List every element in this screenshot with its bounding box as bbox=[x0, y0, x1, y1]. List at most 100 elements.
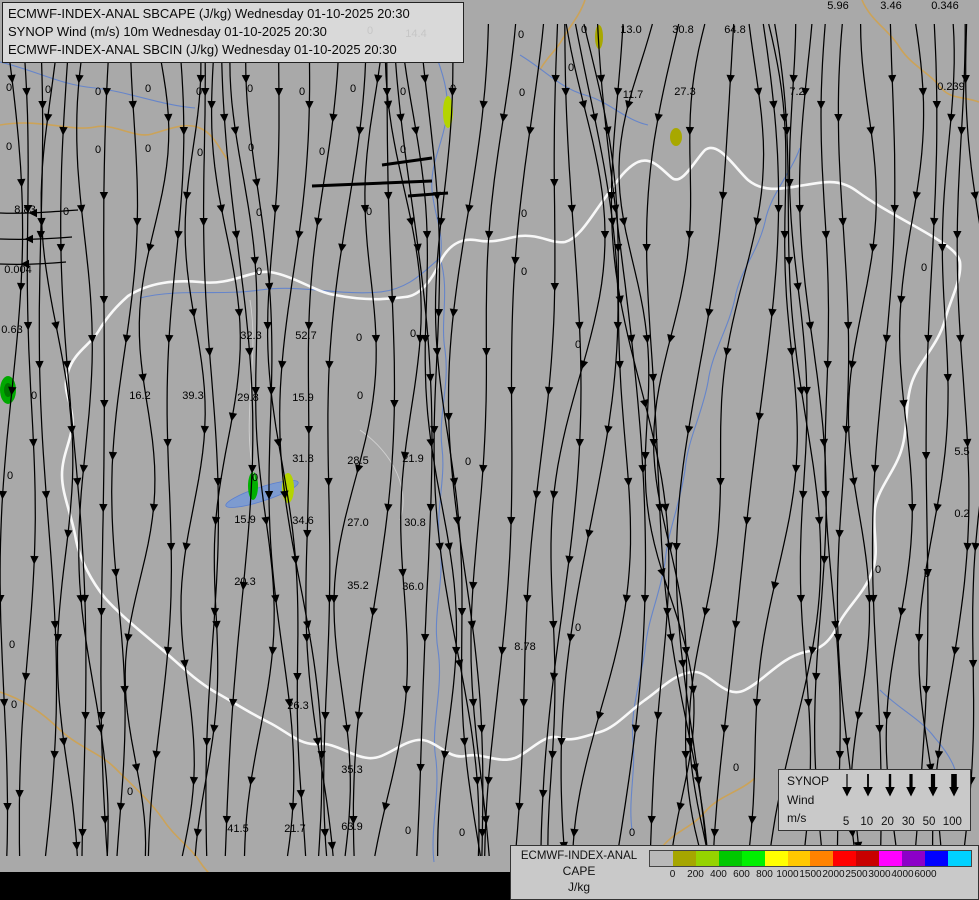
wind-arrow-icon bbox=[73, 478, 82, 487]
wind-legend-scale: 510203050100 bbox=[837, 773, 964, 828]
cape-threshold-label: 800 bbox=[753, 869, 776, 880]
wind-speed-label: 100 bbox=[943, 816, 962, 828]
wind-arrow-icon bbox=[615, 295, 625, 305]
cape-color-cell bbox=[948, 851, 971, 866]
wind-arrow-icon bbox=[24, 322, 33, 331]
wind-arrow-icon bbox=[868, 244, 877, 253]
wind-arrow-icon bbox=[866, 126, 875, 136]
river-tisza bbox=[631, 148, 800, 830]
wind-arrow-icon bbox=[193, 828, 202, 837]
wind-arrow-icon bbox=[694, 776, 703, 786]
wind-arrow-icon bbox=[201, 88, 209, 97]
wind-arrow-icon bbox=[716, 478, 724, 487]
wind-arrow-icon bbox=[839, 773, 855, 798]
wind-arrow-icon bbox=[718, 192, 727, 201]
cape-threshold-label: 1000 bbox=[776, 869, 799, 880]
wind-arrow-icon bbox=[453, 516, 462, 526]
wind-arrow-icon bbox=[275, 88, 283, 97]
wind-arrow-icon bbox=[791, 465, 800, 474]
wind-arrow-icon bbox=[468, 620, 477, 630]
wind-arrow-icon bbox=[946, 773, 962, 798]
wind-arrow-icon bbox=[416, 764, 425, 773]
wind-arrow-icon bbox=[217, 204, 227, 214]
wind-arrow-icon bbox=[835, 530, 844, 539]
county-line bbox=[360, 430, 403, 520]
wind-arrow-row bbox=[837, 773, 964, 798]
wind-streamline bbox=[334, 24, 384, 856]
wind-arrow-icon bbox=[882, 773, 898, 798]
wind-arrow-icon bbox=[30, 556, 39, 565]
wind-arrow-icon bbox=[0, 699, 9, 708]
wind-arrow-icon bbox=[420, 75, 429, 84]
wind-arrow-icon bbox=[789, 75, 798, 84]
wind-arrow-icon bbox=[29, 209, 38, 217]
cape-color-cell bbox=[673, 851, 696, 866]
wind-arrow-icon bbox=[820, 439, 829, 448]
wind-arrow-icon bbox=[956, 335, 965, 344]
wind-streamline bbox=[77, 24, 108, 856]
wind-arrow-icon bbox=[550, 179, 558, 188]
wind-arrow-icon bbox=[797, 595, 806, 604]
wind-arrow-icon bbox=[79, 465, 88, 474]
wind-arrow-icon bbox=[755, 412, 764, 421]
wind-arrow-icon bbox=[458, 608, 466, 617]
wind-arrow-icon bbox=[384, 192, 393, 201]
wind-arrow-icon bbox=[294, 230, 303, 240]
cape-spot bbox=[248, 472, 258, 500]
wind-arrow-icon bbox=[785, 257, 794, 266]
wind-arrow-icon bbox=[328, 842, 337, 851]
wind-streamline bbox=[0, 262, 66, 264]
wind-arrow-icon bbox=[354, 712, 363, 721]
wind-arrow-icon bbox=[303, 530, 312, 539]
wind-arrow-icon bbox=[961, 75, 969, 84]
wind-streamline bbox=[324, 24, 366, 856]
cape-legend: ECMWF-INDEX-ANAL CAPE J/kg 0200400600800… bbox=[510, 845, 979, 900]
wind-arrow-icon bbox=[449, 309, 458, 318]
wind-arrow-icon bbox=[196, 75, 205, 84]
wind-arrow-icon bbox=[388, 296, 397, 305]
wind-arrow-icon bbox=[207, 101, 216, 110]
wind-speed-label: 20 bbox=[881, 816, 895, 828]
cape-color-cell bbox=[902, 851, 925, 866]
wind-arrow-icon bbox=[875, 725, 884, 734]
wind-arrow-icon bbox=[922, 452, 930, 461]
wind-arrow-icon bbox=[426, 374, 435, 383]
wind-streamline bbox=[933, 24, 969, 856]
wind-arrow-icon bbox=[823, 361, 832, 370]
wind-arrow-icon bbox=[731, 621, 740, 630]
wind-streamline bbox=[125, 24, 169, 856]
wind-arrow-icon bbox=[43, 113, 52, 123]
wind-arrow-icon bbox=[102, 88, 111, 97]
wind-streamline bbox=[221, 24, 253, 856]
wind-streamline bbox=[375, 24, 421, 856]
wind-arrow-icon bbox=[642, 244, 650, 253]
wind-arrow-icon bbox=[844, 322, 853, 331]
wind-arrow-icon bbox=[469, 699, 478, 708]
wind-arrow-icon bbox=[860, 773, 876, 798]
wind-arrow-icon bbox=[242, 75, 251, 84]
wind-arrow-icon bbox=[507, 517, 516, 526]
wind-arrow-icon bbox=[59, 127, 68, 136]
border-northeast bbox=[862, 0, 979, 102]
cape-threshold-label: 400 bbox=[707, 869, 730, 880]
wind-arrow-icon bbox=[413, 243, 422, 253]
wind-arrow-icon bbox=[138, 373, 147, 383]
wind-streamline bbox=[848, 24, 876, 856]
wind-arrow-icon bbox=[569, 829, 578, 838]
wind-arrow-icon bbox=[3, 803, 11, 812]
wind-arrow-icon bbox=[963, 439, 972, 448]
wind-streamline bbox=[485, 24, 544, 856]
wind-arrow-icon bbox=[108, 452, 117, 461]
wind-arrow-icon bbox=[165, 335, 174, 344]
wind-arrow-icon bbox=[396, 114, 405, 123]
wind-arrow-icon bbox=[575, 322, 584, 331]
wind-streamlines bbox=[0, 24, 979, 856]
wind-arrow-icon bbox=[944, 374, 953, 383]
wind-arrow-icon bbox=[149, 504, 158, 513]
wind-arrow-icon bbox=[641, 595, 650, 604]
wind-arrow-icon bbox=[174, 231, 183, 240]
wind-arrow-icon bbox=[689, 686, 698, 695]
wind-arrow-icon bbox=[812, 673, 821, 682]
wind-arrow-icon bbox=[74, 75, 83, 84]
wind-arrow-icon bbox=[957, 127, 966, 136]
